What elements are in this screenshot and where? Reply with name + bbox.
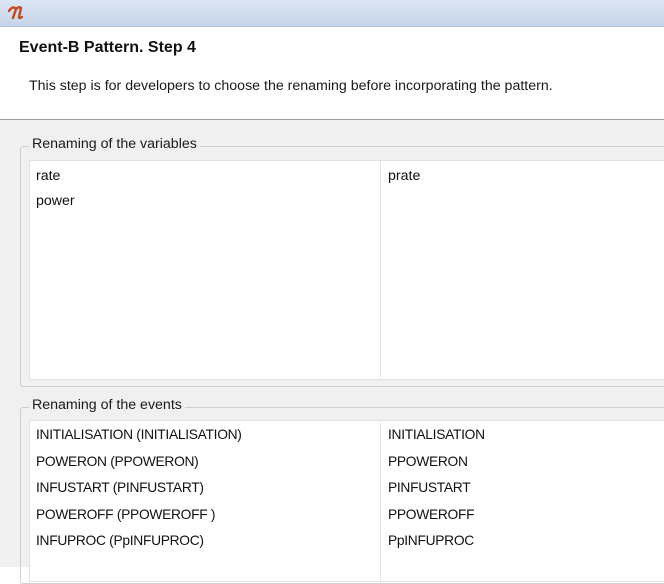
original-event-name: INFUPROC (PpINFUPROC) (36, 533, 204, 548)
table-row[interactable]: POWERON (PPOWERON) PPOWERON (30, 449, 664, 476)
events-group-label: Renaming of the events (29, 397, 185, 413)
window-title-bar (0, 0, 664, 27)
event-b-wizard-icon (7, 6, 24, 20)
table-row[interactable]: INFUPROC (PpINFUPROC) PpINFUPROC (30, 528, 664, 555)
events-renaming-table[interactable]: INITIALISATION (INITIALISATION) INITIALI… (29, 420, 664, 582)
table-row[interactable]: rate prate (30, 164, 664, 189)
variables-renaming-table[interactable]: rate prate power (29, 160, 664, 380)
renamed-event-field[interactable]: PpINFUPROC (388, 528, 474, 554)
page-title: Event-B Pattern. Step 4 (19, 39, 196, 56)
renamed-variable-field[interactable]: prate (388, 164, 420, 189)
original-variable-name: power (36, 193, 75, 209)
table-row[interactable]: POWEROFF (PPOWEROFF ) PPOWEROFF (30, 502, 664, 529)
original-event-name: INFUSTART (PINFUSTART) (36, 480, 204, 495)
original-variable-name: rate (36, 168, 61, 184)
table-row[interactable]: power (30, 189, 664, 214)
original-event-name: POWERON (PPOWERON) (36, 453, 199, 469)
original-event-name: POWEROFF (PPOWEROFF ) (36, 506, 216, 522)
page-description: This step is for developers to choose th… (29, 78, 553, 94)
renamed-event-field[interactable]: PPOWEROFF (388, 502, 475, 528)
table-row[interactable]: INFUSTART (PINFUSTART) PINFUSTART (30, 475, 664, 502)
renamed-event-field[interactable]: PPOWERON (388, 449, 468, 475)
original-event-name: INITIALISATION (INITIALISATION) (36, 427, 242, 442)
renamed-event-field[interactable]: PINFUSTART (388, 475, 471, 501)
variables-group-label: Renaming of the variables (29, 136, 200, 152)
renamed-event-field[interactable]: INITIALISATION (388, 422, 485, 448)
table-row[interactable]: INITIALISATION (INITIALISATION) INITIALI… (30, 422, 664, 449)
wizard-header: Event-B Pattern. Step 4 This step is for… (0, 27, 664, 119)
